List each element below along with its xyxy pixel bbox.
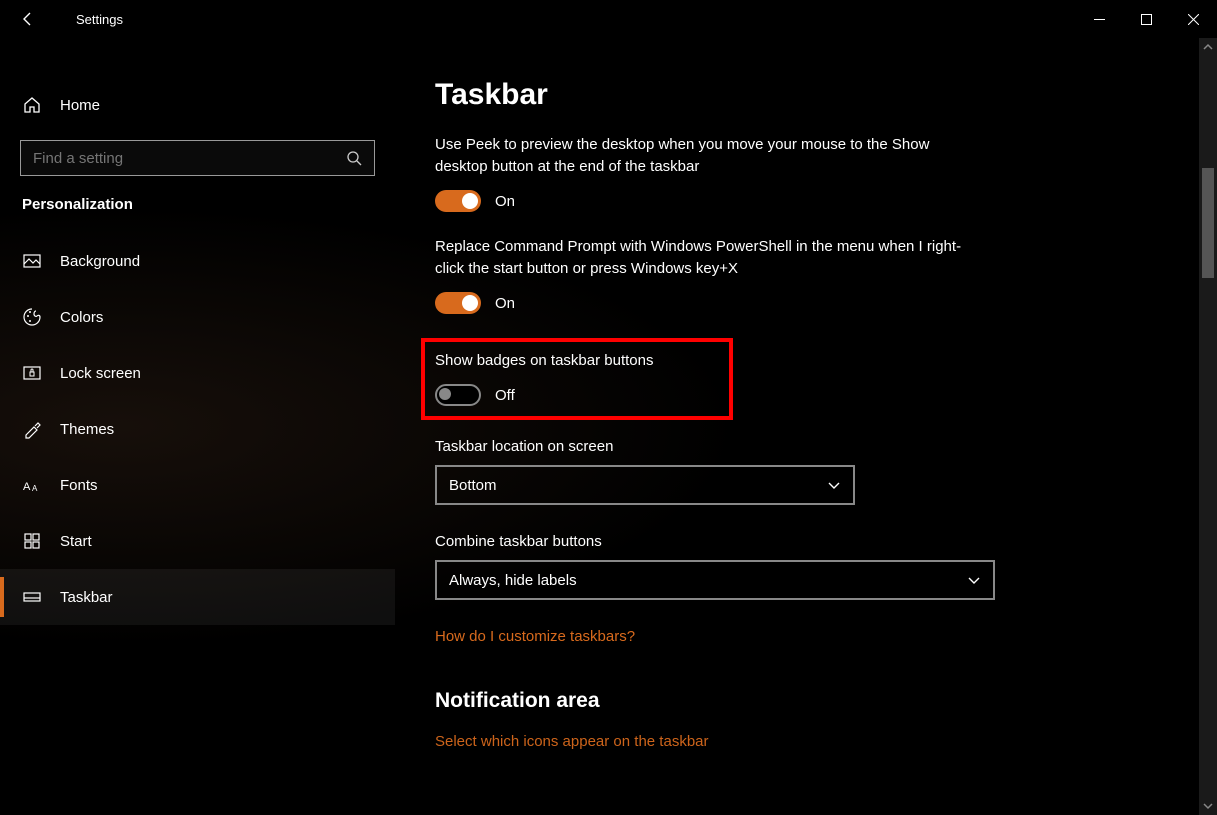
- sidebar-item-background[interactable]: Background: [0, 233, 395, 289]
- sidebar-item-start[interactable]: Start: [0, 513, 395, 569]
- sidebar-item-colors[interactable]: Colors: [0, 289, 395, 345]
- sidebar-home[interactable]: Home: [0, 78, 395, 132]
- notification-icons-link[interactable]: Select which icons appear on the taskbar: [435, 733, 1187, 750]
- svg-text:A: A: [32, 484, 38, 493]
- combine-dropdown[interactable]: Always, hide labels: [435, 560, 995, 600]
- title-bar-left: Settings: [0, 11, 123, 27]
- start-icon: [22, 531, 42, 551]
- maximize-button[interactable]: [1123, 3, 1170, 35]
- search-box[interactable]: [20, 140, 375, 176]
- fonts-icon: AA: [22, 475, 42, 495]
- badges-toggle[interactable]: [435, 384, 481, 406]
- combine-label: Combine taskbar buttons: [435, 533, 1187, 550]
- home-icon: [22, 95, 42, 115]
- content-pane: Taskbar Use Peek to preview the desktop …: [395, 38, 1217, 815]
- powershell-toggle[interactable]: [435, 292, 481, 314]
- main-area: Home Personalization Background Colors: [0, 38, 1217, 815]
- chevron-down-icon: [827, 478, 841, 492]
- close-button[interactable]: [1170, 3, 1217, 35]
- peek-toggle[interactable]: [435, 190, 481, 212]
- sidebar-category: Personalization: [0, 196, 395, 233]
- powershell-toggle-row: On: [435, 292, 1187, 314]
- sidebar-item-taskbar[interactable]: Taskbar: [0, 569, 395, 625]
- help-link[interactable]: How do I customize taskbars?: [435, 628, 1187, 645]
- window-controls: [1076, 3, 1217, 35]
- minimize-button[interactable]: [1076, 3, 1123, 35]
- peek-description: Use Peek to preview the desktop when you…: [435, 134, 975, 178]
- lock-screen-icon: [22, 363, 42, 383]
- sidebar-item-themes[interactable]: Themes: [0, 401, 395, 457]
- title-bar: Settings: [0, 0, 1217, 38]
- highlight-annotation: Show badges on taskbar buttons Off: [421, 338, 733, 420]
- peek-toggle-label: On: [495, 193, 515, 210]
- peek-toggle-row: On: [435, 190, 1187, 212]
- taskbar-icon: [22, 587, 42, 607]
- sidebar-item-label: Themes: [60, 421, 114, 438]
- chevron-down-icon: [967, 573, 981, 587]
- sidebar-item-fonts[interactable]: AA Fonts: [0, 457, 395, 513]
- search-input[interactable]: [33, 150, 346, 167]
- location-label: Taskbar location on screen: [435, 438, 1187, 455]
- app-title: Settings: [76, 12, 123, 27]
- search-icon: [346, 150, 362, 166]
- picture-icon: [22, 251, 42, 271]
- sidebar: Home Personalization Background Colors: [0, 38, 395, 815]
- location-value: Bottom: [449, 477, 497, 494]
- scrollbar-thumb[interactable]: [1202, 168, 1214, 278]
- palette-icon: [22, 307, 42, 327]
- svg-text:A: A: [23, 481, 31, 493]
- sidebar-item-label: Taskbar: [60, 589, 113, 606]
- powershell-description: Replace Command Prompt with Windows Powe…: [435, 236, 975, 280]
- scroll-down-arrow[interactable]: [1199, 797, 1217, 815]
- back-button[interactable]: [20, 11, 36, 27]
- vertical-scrollbar[interactable]: [1199, 38, 1217, 815]
- sidebar-item-label: Background: [60, 253, 140, 270]
- badges-description: Show badges on taskbar buttons: [435, 350, 719, 372]
- location-dropdown[interactable]: Bottom: [435, 465, 855, 505]
- badges-toggle-label: Off: [495, 387, 515, 404]
- badges-toggle-row: Off: [435, 384, 719, 406]
- sidebar-item-label: Colors: [60, 309, 103, 326]
- notification-area-header: Notification area: [435, 689, 1187, 713]
- powershell-toggle-label: On: [495, 295, 515, 312]
- sidebar-item-label: Start: [60, 533, 92, 550]
- scroll-up-arrow[interactable]: [1199, 38, 1217, 56]
- page-title: Taskbar: [435, 78, 1187, 112]
- themes-icon: [22, 419, 42, 439]
- sidebar-item-label: Lock screen: [60, 365, 141, 382]
- sidebar-item-label: Fonts: [60, 477, 98, 494]
- combine-value: Always, hide labels: [449, 572, 577, 589]
- sidebar-home-label: Home: [60, 97, 100, 114]
- sidebar-item-lock-screen[interactable]: Lock screen: [0, 345, 395, 401]
